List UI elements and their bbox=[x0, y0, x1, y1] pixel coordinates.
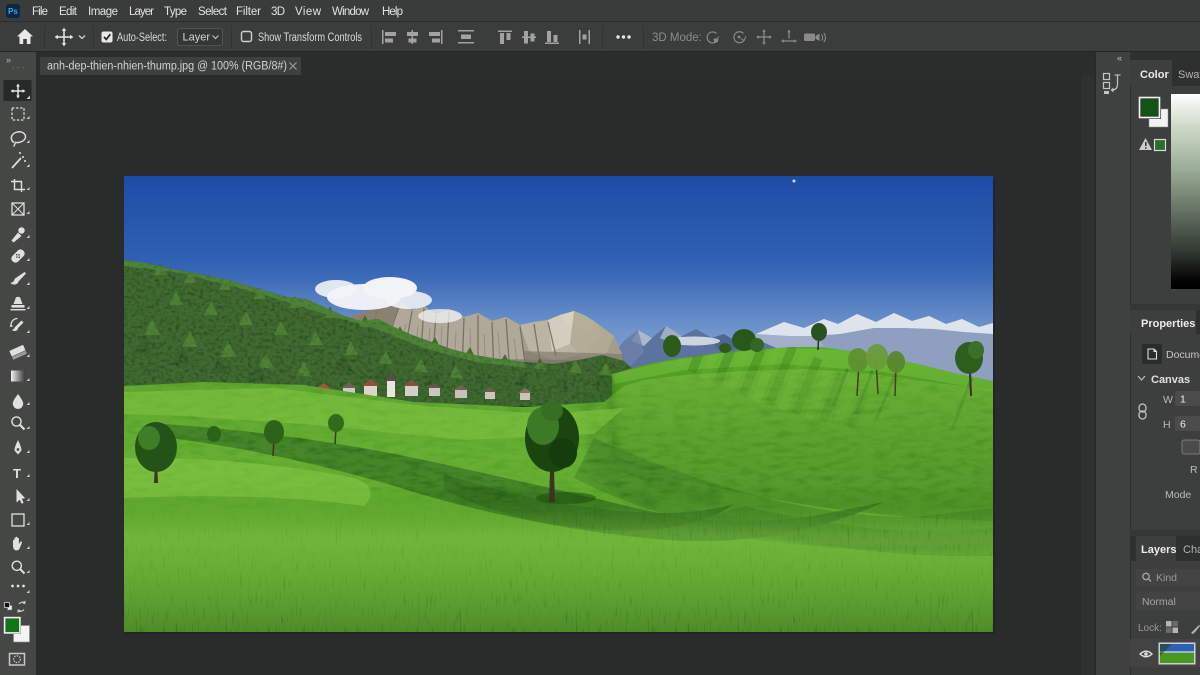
svg-text:Show Transform Controls: Show Transform Controls bbox=[258, 32, 362, 44]
svg-text:Color: Color bbox=[1140, 69, 1169, 81]
svg-text:»: » bbox=[6, 55, 11, 65]
svg-text:Window: Window bbox=[332, 6, 370, 18]
svg-text:Canvas: Canvas bbox=[1151, 374, 1190, 386]
svg-text:Kind: Kind bbox=[1156, 572, 1177, 584]
svg-text:Select: Select bbox=[198, 6, 228, 18]
svg-text:Lock:: Lock: bbox=[1138, 623, 1162, 634]
svg-text:R: R bbox=[1190, 464, 1198, 476]
svg-text:Docume: Docume bbox=[1166, 349, 1200, 361]
svg-text:3D: 3D bbox=[271, 6, 285, 18]
svg-text:View: View bbox=[295, 6, 322, 18]
svg-text:W: W bbox=[1163, 394, 1173, 406]
svg-text:«: « bbox=[1117, 53, 1122, 63]
svg-text:Edit: Edit bbox=[59, 6, 78, 18]
svg-text:Type: Type bbox=[164, 6, 187, 18]
svg-text:H: H bbox=[1163, 419, 1171, 431]
svg-text:Image: Image bbox=[88, 6, 118, 18]
svg-text:Auto-Select:: Auto-Select: bbox=[117, 32, 167, 44]
svg-text:Mode: Mode bbox=[1165, 489, 1191, 501]
svg-text:Filter: Filter bbox=[236, 6, 261, 18]
svg-text:Layer: Layer bbox=[129, 6, 154, 18]
svg-text:Cha: Cha bbox=[1183, 544, 1200, 556]
svg-text:6: 6 bbox=[1180, 419, 1186, 431]
svg-text:T: T bbox=[13, 466, 21, 481]
svg-text:Normal: Normal bbox=[1142, 596, 1176, 608]
svg-text:Layer: Layer bbox=[183, 32, 211, 44]
svg-text:Properties: Properties bbox=[1141, 318, 1195, 330]
svg-text:Ps: Ps bbox=[8, 7, 18, 16]
svg-text:3D Mode:: 3D Mode: bbox=[652, 32, 702, 44]
svg-text:Swat: Swat bbox=[1178, 69, 1200, 81]
svg-text:1: 1 bbox=[1180, 394, 1186, 406]
svg-text:Layers: Layers bbox=[1141, 544, 1176, 556]
svg-text:File: File bbox=[32, 6, 48, 18]
svg-text:anh-dep-thien-nhien-thump.jpg: anh-dep-thien-nhien-thump.jpg @ 100% (RG… bbox=[47, 61, 287, 73]
svg-text:Help: Help bbox=[382, 6, 403, 18]
